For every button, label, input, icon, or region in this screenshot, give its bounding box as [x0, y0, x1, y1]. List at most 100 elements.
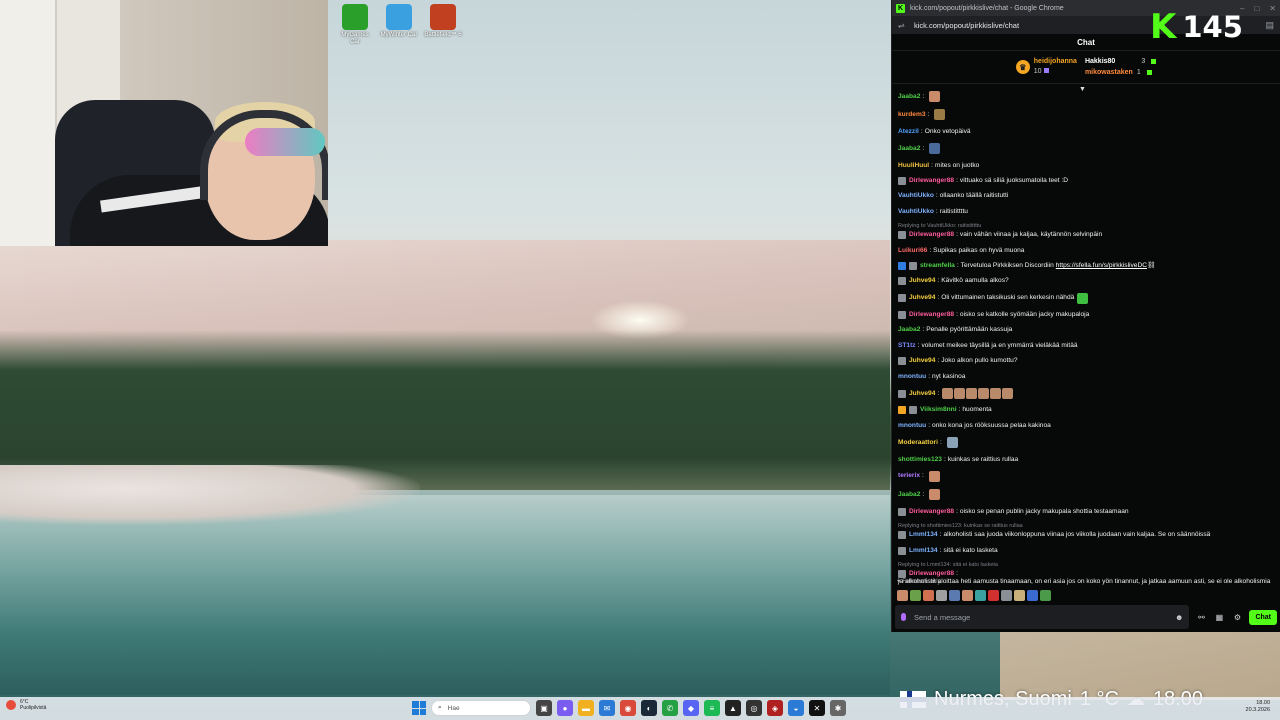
chrome-icon[interactable]: ◉: [620, 700, 636, 716]
reply-context[interactable]: Replying to shottimies123: kuinkas se ra…: [898, 523, 1273, 530]
obs-icon[interactable]: ◎: [746, 700, 762, 716]
chat-input-box[interactable]: ☻: [895, 605, 1190, 629]
chat-username[interactable]: Jaaba2: [898, 93, 920, 101]
maximize-icon[interactable]: □: [1254, 4, 1259, 13]
chat-message[interactable]: Dirlewanger88: oisko se katkolle syömään …: [898, 311, 1273, 320]
chat-username[interactable]: Dirlewanger88: [909, 177, 954, 185]
reply-context[interactable]: Replying to Lmml134: sitä ei kato lasket…: [898, 562, 1273, 569]
chat-message[interactable]: HuuliHuul: mites on juotko: [898, 162, 1273, 170]
share-icon[interactable]: ⚯: [1195, 613, 1207, 622]
task-view-icon[interactable]: ▣: [536, 700, 552, 716]
chat-message[interactable]: Dirlewanger88: vain vähän viinaa ja kalja…: [898, 231, 1273, 240]
spotify-icon[interactable]: ≡: [704, 700, 720, 716]
whatsapp-icon[interactable]: ✆: [662, 700, 678, 716]
chat-username[interactable]: shottimies123: [898, 456, 942, 464]
chat-message[interactable]: Juhve94:: [898, 388, 1273, 400]
chat-message[interactable]: Lmml134: sitä ei kato lasketa: [898, 546, 1273, 555]
leaderboard-first[interactable]: ♛ heidijohanna 10: [1015, 57, 1077, 77]
steam-icon[interactable]: ◐: [641, 700, 657, 716]
chat-message[interactable]: ST1tz: volumet meikee täysillä ja en ymmä…: [898, 342, 1273, 350]
emote-icon[interactable]: [988, 590, 999, 601]
chat-message[interactable]: shottimies123: kuinkas se raittius rullaa: [898, 456, 1273, 464]
emote-icon[interactable]: [1040, 590, 1051, 601]
chat-message[interactable]: VauhtiUkko: raitistittttu: [898, 208, 1273, 216]
emoji-icon[interactable]: ☻: [1175, 613, 1183, 622]
chat-username[interactable]: Atezzil: [898, 128, 919, 136]
desktop-icon[interactable]: MyGames Car: [336, 4, 374, 46]
calendar-icon[interactable]: ▦: [1213, 613, 1225, 622]
emote-icon[interactable]: [1001, 590, 1012, 601]
chat-username[interactable]: streamfella: [920, 262, 955, 270]
settings-icon[interactable]: ⚙: [1231, 613, 1243, 622]
chat-username[interactable]: VauhtiUkko: [898, 192, 934, 200]
chat-message[interactable]: Juhve94: Joko alkon pullo kumottu?: [898, 357, 1273, 366]
chat-username[interactable]: ST1tz: [898, 342, 916, 350]
chat-username[interactable]: HuuliHuul: [898, 162, 929, 170]
mail-icon[interactable]: ✉: [599, 700, 615, 716]
chat-username[interactable]: Moderaattori: [898, 439, 938, 447]
chat-message[interactable]: Juhve94: Kävitkö aamulla alkos?: [898, 277, 1273, 286]
emote-icon[interactable]: [923, 590, 934, 601]
chat-message[interactable]: Jaaba2:: [898, 91, 1273, 102]
chat-message[interactable]: Jaaba2:: [898, 143, 1273, 155]
capcut-icon[interactable]: ✕: [809, 700, 825, 716]
chat-username[interactable]: Jaaba2: [898, 491, 920, 499]
discord-icon[interactable]: ◆: [683, 700, 699, 716]
chat-message-link[interactable]: https://sfella.fun/s/pirkkisliveDC: [1056, 262, 1147, 270]
desktop-icon[interactable]: MyWinter Car: [380, 4, 418, 46]
chat-username[interactable]: Dirlewanger88: [909, 508, 954, 516]
send-chat-button[interactable]: Chat: [1249, 609, 1277, 625]
chat-username[interactable]: Luikuri66: [898, 247, 927, 255]
emote-icon[interactable]: [936, 590, 947, 601]
start-button[interactable]: [412, 701, 426, 715]
emote-icon[interactable]: [1027, 590, 1038, 601]
chat-message[interactable]: streamfella: Tervetuloa Pirkkiksen Discor…: [898, 261, 1273, 270]
chat-username[interactable]: Viiksim8nni: [920, 406, 957, 414]
leaderboard-third[interactable]: mikowastaken 1: [1085, 67, 1156, 78]
chat-message[interactable]: VauhtiUkko: ollaanko täällä raitistutti: [898, 192, 1273, 200]
chat-username[interactable]: VauhtiUkko: [898, 208, 934, 216]
extension-icon[interactable]: ▤: [1265, 20, 1274, 31]
chat-message[interactable]: Viiksim8nni: huomenta: [898, 406, 1273, 415]
taskbar-search[interactable]: ⌕ Hae: [431, 700, 531, 716]
chat-message[interactable]: kurdem3:: [898, 109, 1273, 121]
file-explorer-icon[interactable]: ▬: [578, 700, 594, 716]
chat-message[interactable]: Juhve94: Oli vittumainen taksikuski sen k…: [898, 292, 1273, 304]
chat-message[interactable]: Luikuri66: Supikas paikas on hyvä muona: [898, 247, 1273, 255]
chat-username[interactable]: mnontuu: [898, 373, 926, 381]
emote-icon[interactable]: [1014, 590, 1025, 601]
chat-message[interactable]: Dirlewanger88: vittuako sä siliä juoksuma…: [898, 176, 1273, 185]
chat-username[interactable]: Dirlewanger88: [909, 311, 954, 319]
chat-message[interactable]: Jaaba2:: [898, 489, 1273, 501]
taskbar-clock[interactable]: 18.00 20.3.2026: [1246, 700, 1270, 714]
leaderboard-second[interactable]: Hakkis80 3: [1085, 56, 1157, 67]
chat-username[interactable]: mnontuu: [898, 422, 926, 430]
chat-message[interactable]: Moderaattori:: [898, 437, 1273, 449]
chat-message[interactable]: Lmml134: alkoholisti saa juoda viikonlopp…: [898, 531, 1273, 540]
chat-username[interactable]: Lmml134: [909, 547, 938, 555]
emote-icon[interactable]: [975, 590, 986, 601]
chat-message[interactable]: Dirlewanger88: oisko se penan publin jack…: [898, 507, 1273, 516]
chat-username[interactable]: Juhve94: [909, 390, 935, 398]
chat-identity-icon[interactable]: [901, 613, 906, 621]
game-icon[interactable]: ◈: [767, 700, 783, 716]
chat-message[interactable]: terierix:: [898, 470, 1273, 482]
taskbar-weather[interactable]: 6°C Puolipilvistä: [6, 699, 46, 711]
chat-message[interactable]: Jaaba2: Penalle pyörittämään kassuja: [898, 326, 1273, 334]
chat-username[interactable]: Juhve94: [909, 294, 935, 302]
browser-icon[interactable]: ◒: [788, 700, 804, 716]
chat-username[interactable]: Juhve94: [909, 277, 935, 285]
chat-message[interactable]: Atezzil: Onko vetopäivä: [898, 128, 1273, 136]
chat-username[interactable]: Lmml134: [909, 531, 938, 539]
emote-icon[interactable]: [897, 590, 908, 601]
chat-input[interactable]: [914, 612, 1176, 622]
chat-message[interactable]: mnontuu: onko kona jos rööksuussa pelaa k…: [898, 422, 1273, 430]
chat-username[interactable]: Dirlewanger88: [909, 570, 954, 578]
desktop-icon[interactable]: Battlefield™ 6: [424, 4, 462, 46]
close-icon[interactable]: ✕: [1269, 4, 1276, 13]
emote-icon[interactable]: [910, 590, 921, 601]
chat-username[interactable]: kurdem3: [898, 111, 926, 119]
chat-username[interactable]: terierix: [898, 472, 920, 480]
site-info-icon[interactable]: ⇌: [898, 21, 908, 30]
chat-message[interactable]: Dirlewanger88: ja alkoholistit aloittaa h…: [898, 569, 1273, 586]
